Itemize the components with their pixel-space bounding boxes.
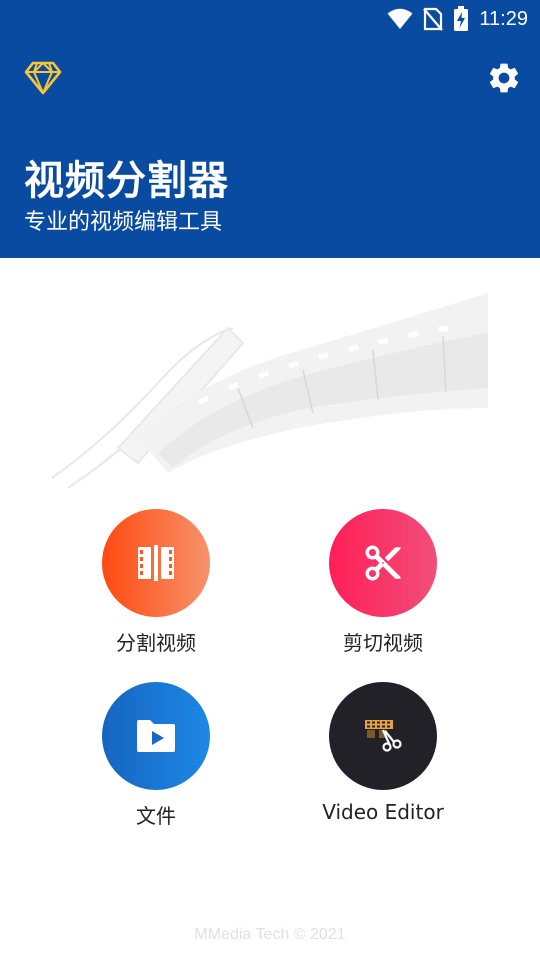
footer-copyright: MMedia Tech © 2021 — [194, 926, 346, 943]
status-time: 11:29 — [479, 7, 528, 30]
files-label: 文件 — [136, 804, 176, 828]
split-video-button[interactable] — [102, 509, 210, 617]
gear-icon[interactable] — [486, 60, 522, 96]
video-editor-action[interactable]: Video Editor — [273, 682, 493, 824]
folder-video-icon — [137, 720, 175, 752]
split-video-label: 分割视频 — [116, 631, 196, 655]
no-sim-icon — [423, 7, 444, 31]
split-video-action[interactable]: 分割视频 — [46, 509, 266, 656]
cut-video-button[interactable] — [329, 509, 437, 617]
wifi-icon — [387, 8, 413, 29]
film-strip-illustration — [51, 293, 488, 488]
video-editor-label: Video Editor — [322, 800, 444, 824]
status-icons: 11:29 — [387, 6, 528, 32]
video-editor-button[interactable] — [329, 682, 437, 790]
cut-video-label: 剪切视频 — [343, 631, 423, 655]
diamond-icon[interactable] — [24, 60, 62, 96]
film-scissors-icon — [365, 720, 402, 752]
app-title: 视频分割器 — [24, 158, 229, 204]
app-subtitle: 专业的视频编辑工具 — [24, 210, 223, 235]
app-header: 11:29 视频分割器 专业的视频编辑工具 — [0, 0, 540, 258]
battery-charging-icon — [454, 6, 469, 31]
scissors-icon — [365, 545, 401, 581]
status-bar: 11:29 — [0, 0, 540, 36]
split-video-icon — [138, 545, 174, 581]
files-action[interactable]: 文件 — [46, 682, 266, 829]
files-button[interactable] — [102, 682, 210, 790]
cut-video-action[interactable]: 剪切视频 — [273, 509, 493, 656]
